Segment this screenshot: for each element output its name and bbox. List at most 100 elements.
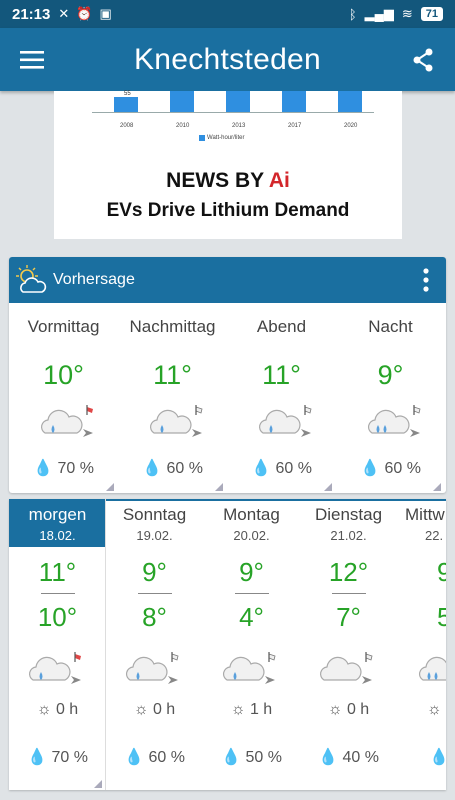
ad-bar xyxy=(170,91,194,113)
day-sunshine: ☼ xyxy=(397,701,446,719)
cloud-rain-icon xyxy=(418,656,446,681)
ad-bar-label: 55 xyxy=(124,91,131,97)
cloud-rain-wind-icon xyxy=(367,405,421,437)
day-sunshine: ☼ 1 h xyxy=(203,701,300,719)
period-temp: 11° xyxy=(262,360,301,390)
mute-icon: ✕ xyxy=(58,6,70,21)
ad-bar xyxy=(282,91,306,113)
sun-icon: ☼ xyxy=(327,701,343,718)
period-name: Nacht xyxy=(368,317,413,336)
status-icons: ✕ ⏰ ▣ xyxy=(58,6,111,22)
cloud-rain-wind-icon xyxy=(125,652,179,684)
day-name: Mittw xyxy=(405,505,445,524)
period-rain: 💧 60 % xyxy=(251,460,312,477)
day-sunshine-value: 1 h xyxy=(249,701,273,718)
ad-headline-prefix: NEWS BY xyxy=(166,169,269,192)
ad-subtitle: EVs Drive Lithium Demand xyxy=(106,200,350,221)
day-rain: 💧 xyxy=(429,749,446,766)
day-name: Dienstag xyxy=(314,505,383,524)
status-time: 21:13 xyxy=(12,5,51,23)
day-column[interactable]: Dienstag 21.02. 12° 7° ☼ 0 h 💧 40 % xyxy=(300,499,397,790)
ad-tick: 2017 xyxy=(288,123,302,129)
more-vert-icon xyxy=(423,268,429,292)
cloud-rain-wind-icon xyxy=(258,405,312,437)
period-name: Abend xyxy=(256,317,307,336)
day-rain: 💧 50 % xyxy=(221,749,282,766)
period-nacht[interactable]: Nacht 9° 💧 60 % xyxy=(336,303,445,493)
day-date: 20.02. xyxy=(233,528,270,543)
day-min-temp: 7° xyxy=(336,602,361,632)
temp-separator xyxy=(235,593,269,594)
day-rain-value: 60 % xyxy=(148,749,185,766)
bluetooth-icon: ᛒ xyxy=(348,6,357,22)
day-sunshine: ☼ 0 h xyxy=(106,701,203,719)
expand-corner-icon xyxy=(106,483,114,491)
day-name: Montag xyxy=(223,505,280,524)
selection-divider xyxy=(9,499,106,790)
forecast-card: Vorhersage Vormittag 10° 💧 70 % Nachmitt… xyxy=(9,257,446,493)
day-column[interactable]: Sonntag 19.02. 9° 8° ☼ 0 h 💧 60 % xyxy=(106,499,203,790)
nfc-icon: ▣ xyxy=(99,6,112,21)
day-header: Sonntag 19.02. xyxy=(106,499,203,547)
forecast-title: Vorhersage xyxy=(53,271,135,288)
day-date: 22. xyxy=(425,528,444,543)
status-bar: 21:13 ✕ ⏰ ▣ ᛒ ▂▄▆ ≋ 71 xyxy=(0,0,455,28)
signal-icon: ▂▄▆ xyxy=(364,6,394,21)
battery-icon: 71 xyxy=(420,7,443,21)
day-max-temp: 9° xyxy=(142,557,167,587)
ad-bar xyxy=(226,91,250,113)
period-rain: 💧 60 % xyxy=(360,460,421,477)
period-name: Nachmittag xyxy=(129,317,216,336)
day-min-temp: 5 xyxy=(437,602,446,632)
cloud-rain-wind-icon xyxy=(149,405,203,437)
period-temp: 10° xyxy=(43,360,84,390)
period-temp: 11° xyxy=(153,360,192,390)
day-sunshine-value: 0 h xyxy=(152,701,176,718)
day-column-selected[interactable]: morgen 18.02. 11° 10° ☼ 0 h 💧 70 % xyxy=(9,499,106,790)
day-header: Dienstag 21.02. xyxy=(300,499,397,547)
period-rain-value: 70 % xyxy=(57,460,94,477)
day-rain: 💧 60 % xyxy=(124,749,185,766)
share-button[interactable] xyxy=(391,28,455,91)
menu-button[interactable] xyxy=(0,28,64,91)
wifi-icon: ≋ xyxy=(401,6,413,21)
sun-icon: ☼ xyxy=(427,701,442,718)
sun-icon: ☼ xyxy=(230,701,246,718)
temp-separator xyxy=(138,593,172,594)
ad-legend-label: Watt-hour/liter xyxy=(207,135,245,141)
day-sunshine-value: 0 h xyxy=(346,701,370,718)
day-header: Montag 20.02. xyxy=(203,499,300,547)
day-min-temp: 8° xyxy=(142,602,167,632)
period-rain: 💧 60 % xyxy=(142,460,203,477)
forecast-header: Vorhersage xyxy=(9,257,446,303)
day-rain-value: 50 % xyxy=(245,749,282,766)
ad-axis xyxy=(92,112,374,113)
ad-banner[interactable]: 55 2008 2010 2013 2017 2020 Watt-hour/li… xyxy=(54,91,402,239)
expand-corner-icon xyxy=(215,483,223,491)
more-options-button[interactable] xyxy=(416,265,436,295)
period-vormittag[interactable]: Vormittag 10° 💧 70 % xyxy=(9,303,118,493)
day-header: Mittw 22. xyxy=(397,499,446,547)
day-name: Sonntag xyxy=(122,505,187,524)
period-abend[interactable]: Abend 11° 💧 60 % xyxy=(227,303,336,493)
cloud-rain-wind-icon xyxy=(40,405,93,437)
temp-separator xyxy=(332,593,366,594)
day-rain: 💧 40 % xyxy=(318,749,379,766)
day-column[interactable]: Montag 20.02. 9° 4° ☼ 1 h 💧 50 % xyxy=(203,499,300,790)
period-temp: 9° xyxy=(377,360,404,390)
share-icon xyxy=(413,48,433,71)
day-date: 19.02. xyxy=(136,528,173,543)
expand-corner-icon xyxy=(433,483,441,491)
period-name: Vormittag xyxy=(27,317,100,336)
expand-corner-icon xyxy=(324,483,332,491)
day-max-temp: 12° xyxy=(328,557,369,587)
day-rain-value: 40 % xyxy=(342,749,379,766)
ad-bar xyxy=(338,91,362,113)
day-column-partial[interactable]: Mittw 22. 9 5 ☼ 💧 xyxy=(397,499,446,790)
ad-legend: Watt-hour/liter xyxy=(199,135,244,141)
sun-cloud-icon xyxy=(9,257,53,303)
period-nachmittag[interactable]: Nachmittag 11° 💧 60 % xyxy=(118,303,227,493)
daily-forecast: morgen 18.02. 11° 10° ☼ 0 h 💧 70 % Sonnt… xyxy=(9,499,446,790)
day-min-temp: 4° xyxy=(239,602,264,632)
period-rain-value: 60 % xyxy=(166,460,203,477)
